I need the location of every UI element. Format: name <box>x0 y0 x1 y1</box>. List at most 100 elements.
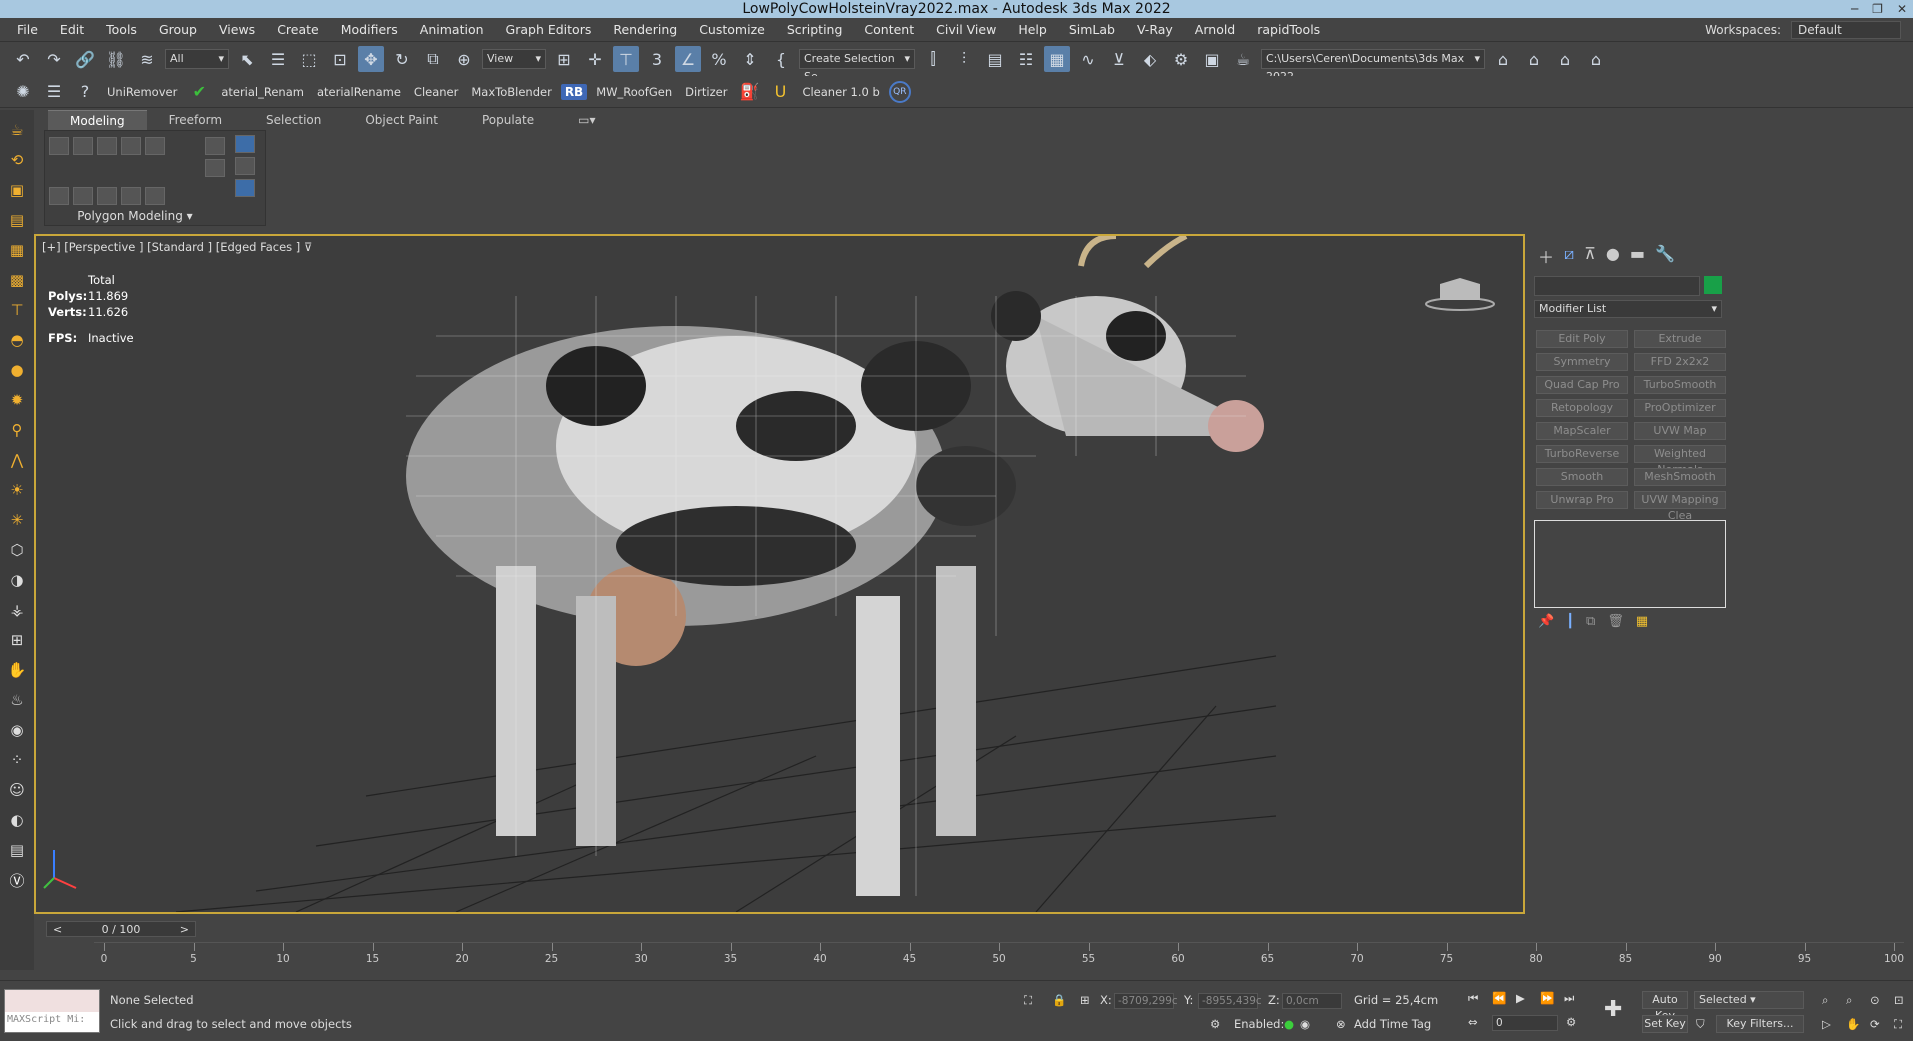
select-object-icon[interactable]: ⬉ <box>234 46 260 72</box>
meshsmooth-button[interactable]: MeshSmooth <box>1634 468 1726 486</box>
link-icon[interactable]: 🔗 <box>72 46 98 72</box>
extrude-button[interactable]: Extrude <box>1634 330 1726 348</box>
u-icon[interactable]: U <box>767 79 793 105</box>
ribbon-tool[interactable] <box>235 179 255 197</box>
time-slider[interactable]: < 0 / 100 > <box>46 921 196 937</box>
object-name-field[interactable] <box>1534 276 1700 296</box>
ribbon-tool[interactable] <box>49 187 69 205</box>
selection-filter-dropdown[interactable]: All ▾ <box>165 49 229 69</box>
project-folder-icon[interactable]: ⌂ <box>1490 46 1516 72</box>
ribbon-tool[interactable] <box>121 137 141 155</box>
scene-converter-icon[interactable]: ✺ <box>10 79 36 105</box>
minimize-icon[interactable]: ─ <box>1851 0 1858 18</box>
workspace-dropdown[interactable]: Default <box>1791 21 1901 39</box>
enabled-indicator-icon[interactable]: ● <box>1284 1017 1294 1031</box>
time-configuration-icon[interactable]: ⚙ <box>1566 1015 1576 1029</box>
ribbon-tool[interactable] <box>145 187 165 205</box>
percent-snap-icon[interactable]: % <box>706 46 732 72</box>
material-rename-button-1[interactable]: aterial_Renam <box>217 85 308 99</box>
reference-coordinate-dropdown[interactable]: View ▾ <box>482 49 546 69</box>
motion-tab-icon[interactable]: ● <box>1606 244 1620 268</box>
menu-file[interactable]: File <box>6 22 49 37</box>
vray-icon[interactable]: Ⓥ <box>5 868 29 892</box>
hierarchy-tab-icon[interactable]: ⊼ <box>1584 244 1596 268</box>
previous-frame-icon[interactable]: ⏪ <box>1492 991 1506 1005</box>
fence-icon[interactable]: ⊞ <box>5 628 29 652</box>
time-next-icon[interactable]: > <box>180 923 189 936</box>
pivot-center-icon[interactable]: ⊞ <box>551 46 577 72</box>
lamp-icon[interactable]: ⚲ <box>5 418 29 442</box>
ribbon-tool[interactable] <box>97 187 117 205</box>
zoom-all-icon[interactable]: ⌕ <box>1846 993 1852 1008</box>
align-icon[interactable]: ⫶ <box>951 46 977 72</box>
project-open-icon[interactable]: ⌂ <box>1521 46 1547 72</box>
z-coordinate-field[interactable]: 0,0cm <box>1282 993 1342 1009</box>
ribbon-tool[interactable] <box>235 135 255 153</box>
cleaner-button[interactable]: Cleaner <box>410 85 462 99</box>
menu-rendering[interactable]: Rendering <box>602 22 688 37</box>
keyboard-shortcut-override-icon[interactable]: ⊤ <box>613 46 639 72</box>
select-place-icon[interactable]: ⊕ <box>451 46 477 72</box>
palette-icon[interactable]: ◐ <box>5 808 29 832</box>
mw-roofgen-button[interactable]: MW_RoofGen <box>592 85 676 99</box>
sun-icon[interactable]: ☀ <box>5 478 29 502</box>
menu-group[interactable]: Group <box>148 22 208 37</box>
select-by-name-icon[interactable]: ☰ <box>265 46 291 72</box>
modifier-stack[interactable] <box>1534 520 1726 608</box>
rb-icon[interactable]: RB <box>560 83 588 100</box>
show-end-result-icon[interactable]: ┃ <box>1566 614 1574 629</box>
menu-arnold[interactable]: Arnold <box>1184 22 1246 37</box>
uniremover-button[interactable]: UniRemover <box>103 85 181 99</box>
menu-views[interactable]: Views <box>208 22 266 37</box>
retopology-button[interactable]: Retopology <box>1536 399 1628 417</box>
menu-scripting[interactable]: Scripting <box>776 22 854 37</box>
absolute-mode-icon[interactable]: ⊞ <box>1080 993 1090 1007</box>
teapot-icon[interactable]: ☕ <box>5 118 29 142</box>
project-settings-icon[interactable]: ⌂ <box>1552 46 1578 72</box>
rotate-object-icon[interactable]: ⟲ <box>5 148 29 172</box>
menu-help[interactable]: Help <box>1007 22 1058 37</box>
adaptive-degradation-icon[interactable]: ⚙ <box>1210 1017 1220 1031</box>
edit-named-selection-icon[interactable]: { <box>768 46 794 72</box>
paint-bucket-icon[interactable]: ⛽ <box>736 79 762 105</box>
remove-modifier-icon[interactable]: 🗑 <box>1607 614 1624 629</box>
snaps-toggle-icon[interactable]: 3 <box>644 46 670 72</box>
turbosmooth-button[interactable]: TurboSmooth <box>1634 376 1726 394</box>
menu-modifiers[interactable]: Modifiers <box>330 22 409 37</box>
dome-icon[interactable]: ◓ <box>5 328 29 352</box>
lock-icon[interactable]: 🔒 <box>1052 993 1066 1007</box>
undo-icon[interactable]: ↶ <box>10 46 36 72</box>
auto-key-button[interactable]: Auto Key <box>1642 991 1688 1022</box>
time-tag-icon[interactable]: ⊗ <box>1336 1017 1346 1031</box>
material-ball-icon[interactable]: ◉ <box>5 718 29 742</box>
angle-snap-icon[interactable]: ∠ <box>675 46 701 72</box>
menu-edit[interactable]: Edit <box>49 22 95 37</box>
ribbon-tool[interactable] <box>49 137 69 155</box>
ribbon-tool[interactable] <box>73 137 93 155</box>
cleaner-1-button[interactable]: Cleaner 1.0 b <box>798 85 883 99</box>
object-color-swatch[interactable] <box>1704 276 1722 294</box>
key-filters-button[interactable]: Key Filters... <box>1716 1015 1804 1033</box>
quad-cap-pro-button[interactable]: Quad Cap Pro <box>1536 376 1628 394</box>
zoom-extents-all-icon[interactable]: ⊡ <box>1894 993 1904 1007</box>
uvw-map-button[interactable]: UVW Map <box>1634 422 1726 440</box>
make-unique-icon[interactable]: ⧉ <box>1586 614 1595 629</box>
schematic-view-icon[interactable]: ⊻ <box>1106 46 1132 72</box>
next-frame-icon[interactable]: ⏩ <box>1540 991 1554 1005</box>
box-icon[interactable]: ▣ <box>5 178 29 202</box>
menu-vray[interactable]: V-Ray <box>1126 22 1184 37</box>
ffd-button[interactable]: FFD 2x2x2 <box>1634 353 1726 371</box>
menu-rapidtools[interactable]: rapidTools <box>1246 22 1331 37</box>
max-to-blender-button[interactable]: MaxToBlender <box>467 85 555 99</box>
select-rotate-icon[interactable]: ↻ <box>389 46 415 72</box>
create-tab-icon[interactable]: ＋ <box>1538 244 1554 268</box>
select-move-icon[interactable]: ✥ <box>358 46 384 72</box>
ribbon-tool[interactable] <box>121 187 141 205</box>
listener-icon[interactable]: ☰ <box>41 79 67 105</box>
tab-populate[interactable]: Populate <box>460 110 556 130</box>
sphere-group-icon[interactable]: ⁘ <box>5 748 29 772</box>
utilities-tab-icon[interactable]: 🔧 <box>1655 244 1675 268</box>
zoom-extents-icon[interactable]: ⊙ <box>1870 993 1880 1007</box>
prooptimizer-button[interactable]: ProOptimizer <box>1634 399 1726 417</box>
ribbon-toggle-icon[interactable]: ▦ <box>1044 46 1070 72</box>
